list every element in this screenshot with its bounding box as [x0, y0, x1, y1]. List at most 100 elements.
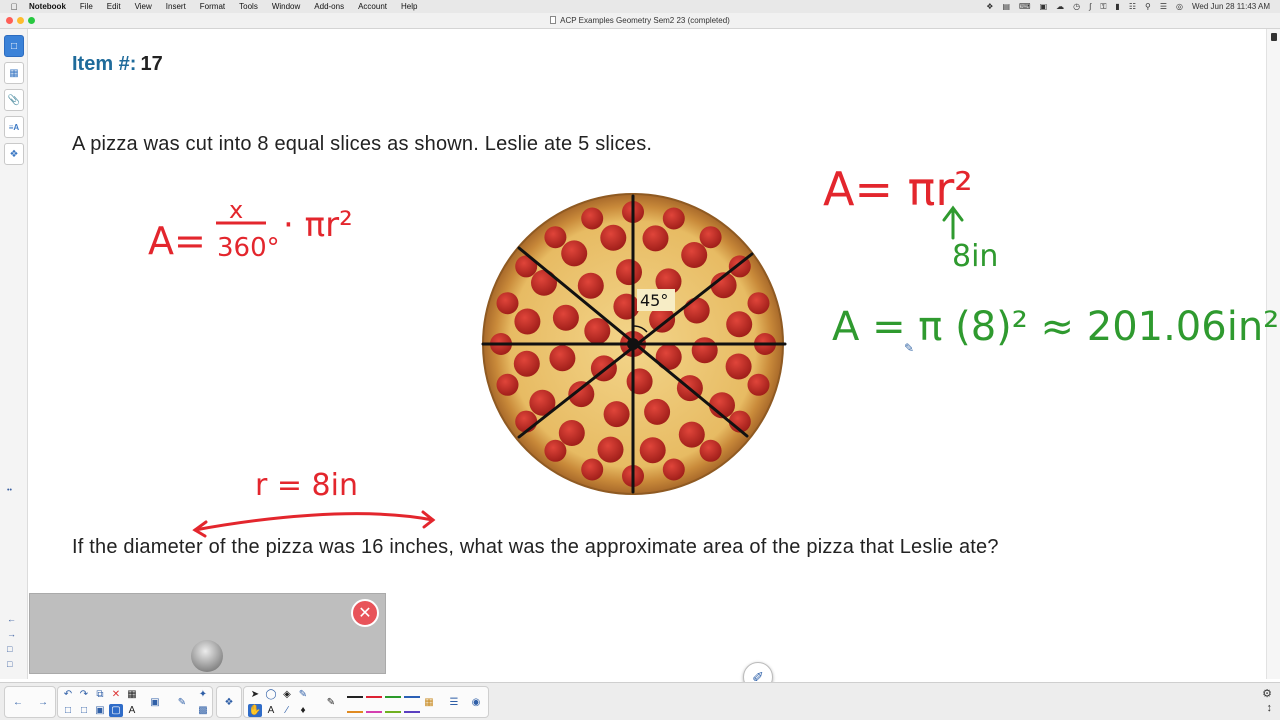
- scroll-thumb[interactable]: [1271, 33, 1277, 41]
- bottom-toolbar: ← → ↶ ↷ ⧉ ✕ ▦ □ □ ▣ ▢ A ▣ ✎ ✦ ▩ ❖ ➤ ✋ ◯ …: [0, 682, 1280, 720]
- window-title: ACP Examples Geometry Sem2 23 (completed…: [0, 16, 1280, 25]
- delete-icon[interactable]: ✕: [109, 688, 123, 701]
- puzzle-icon: ❖: [9, 148, 19, 160]
- side-lock-icon[interactable]: □: [7, 644, 12, 654]
- save-icon[interactable]: ▣: [93, 704, 107, 717]
- draw-tools-group: ➤ ✋ ◯ A ◈ ∕ ✎ ♦ ✎ ▦ ☰ ◉: [243, 686, 489, 718]
- menu-bar:  Notebook File Edit View Insert Format …: [0, 0, 1280, 13]
- collapse-handle[interactable]: ••: [7, 487, 12, 494]
- menu-format[interactable]: Format: [200, 2, 225, 11]
- item-number-heading: Item #: 17: [72, 53, 163, 76]
- display-icon[interactable]: ▣: [1040, 2, 1048, 11]
- item-number: 17: [140, 53, 163, 75]
- question-intro: A pizza was cut into 8 equal slices as s…: [72, 133, 653, 155]
- screen-shade-icon[interactable]: ▢: [109, 704, 123, 717]
- eraser-icon[interactable]: ♦: [296, 704, 310, 717]
- siri-icon[interactable]: ◎: [1176, 2, 1183, 11]
- pan-icon[interactable]: ✋: [248, 704, 262, 717]
- side-tabs: □ ▦ 📎 ≡A ❖ •• ← → □ □: [0, 29, 28, 679]
- text-size-icon[interactable]: A: [125, 704, 139, 717]
- menu-help[interactable]: Help: [401, 2, 417, 11]
- properties-icon: ≡A: [8, 122, 20, 132]
- clock-text[interactable]: Wed Jun 28 11:43 AM: [1192, 2, 1270, 11]
- pen-blue[interactable]: [404, 696, 420, 698]
- pen-tool-icon[interactable]: ✎: [296, 688, 310, 701]
- text-tool-icon[interactable]: A: [264, 704, 278, 717]
- side-back-icon[interactable]: ←: [7, 614, 16, 624]
- apple-icon[interactable]: : [7, 2, 21, 12]
- activity-icon[interactable]: ▩: [196, 704, 210, 717]
- document-icon: [550, 16, 557, 24]
- menu-window[interactable]: Window: [272, 2, 300, 11]
- key-icon[interactable]: ⚿: [1100, 2, 1106, 12]
- bluetooth-icon[interactable]: ∫: [1089, 2, 1091, 11]
- line-style-icon[interactable]: ☰: [447, 696, 461, 709]
- color-grid-icon[interactable]: ▦: [422, 696, 436, 709]
- menu-tools[interactable]: Tools: [239, 2, 258, 11]
- fill-icon[interactable]: ◈: [280, 688, 294, 701]
- toolbar-toggle-icon[interactable]: ↕: [1267, 702, 1273, 714]
- menu-edit[interactable]: Edit: [107, 2, 121, 11]
- pen-red[interactable]: [366, 696, 382, 698]
- open-icon[interactable]: □: [77, 704, 91, 717]
- camera-icon[interactable]: [191, 640, 223, 672]
- new-page-icon[interactable]: □: [61, 704, 75, 717]
- battery-icon[interactable]: ▮: [1115, 2, 1119, 11]
- gallery-icon: ▦: [9, 67, 19, 79]
- page-sorter-tab[interactable]: □: [4, 35, 24, 57]
- video-overlay[interactable]: [29, 593, 386, 674]
- shapes-icon[interactable]: ◯: [264, 688, 278, 701]
- right-scrollbar[interactable]: [1266, 29, 1280, 679]
- pen-black[interactable]: [347, 696, 363, 698]
- table-icon[interactable]: ▦: [125, 688, 139, 701]
- dropbox-icon[interactable]: ❖: [986, 2, 993, 11]
- gallery-tab[interactable]: ▦: [4, 62, 24, 84]
- menu-account[interactable]: Account: [358, 2, 387, 11]
- pen-magenta[interactable]: [366, 711, 382, 713]
- wifi-icon[interactable]: ☷: [1129, 2, 1136, 11]
- measure-icon[interactable]: ✎: [175, 696, 189, 709]
- status-area: ❖ ▤ ⌨ ▣ ☁ ◷ ∫ ⚿ ▮ ☷ ⚲ ☰ ◎ Wed Jun 28 11:…: [986, 0, 1270, 13]
- window-title-bar: ACP Examples Geometry Sem2 23 (completed…: [0, 13, 1280, 29]
- menu-insert[interactable]: Insert: [166, 2, 186, 11]
- pen-green[interactable]: [385, 696, 401, 698]
- menu-file[interactable]: File: [80, 2, 93, 11]
- undo-icon[interactable]: ↶: [61, 688, 75, 701]
- menu-view[interactable]: View: [135, 2, 152, 11]
- magic-icon[interactable]: ✦: [196, 688, 210, 701]
- side-forward-icon[interactable]: →: [7, 629, 16, 639]
- redo-icon[interactable]: ↷: [77, 688, 91, 701]
- attachments-tab[interactable]: 📎: [4, 89, 24, 111]
- side-page-icon[interactable]: □: [7, 659, 12, 669]
- pen-orange[interactable]: [347, 711, 363, 713]
- question-main: If the diameter of the pizza was 16 inch…: [72, 536, 999, 558]
- stack-icon[interactable]: ▤: [1002, 2, 1010, 11]
- menu-add-ons[interactable]: Add-ons: [314, 2, 344, 11]
- nav-group: ← →: [4, 686, 56, 718]
- close-overlay-button[interactable]: ✕: [351, 599, 379, 627]
- menu-app-name[interactable]: Notebook: [29, 2, 66, 11]
- settings-icon[interactable]: ⚙: [1262, 687, 1272, 700]
- copy-icon[interactable]: ⧉: [93, 688, 107, 701]
- notebook-page[interactable]: [29, 29, 1266, 679]
- format-panel-icon[interactable]: ◉: [469, 696, 483, 709]
- pen-lime[interactable]: [385, 711, 401, 713]
- addon-icon[interactable]: ❖: [222, 696, 236, 709]
- highlighter-icon[interactable]: ✎: [324, 696, 338, 709]
- line-tool-icon[interactable]: ∕: [280, 704, 294, 717]
- timer-icon[interactable]: ◷: [1073, 2, 1080, 11]
- item-label: Item #:: [72, 53, 137, 75]
- keyboard-icon[interactable]: ⌨: [1019, 2, 1031, 11]
- prev-page-icon[interactable]: ←: [11, 696, 25, 709]
- pen-purple[interactable]: [404, 711, 420, 713]
- control-center-icon[interactable]: ☰: [1160, 2, 1167, 11]
- edit-group: ↶ ↷ ⧉ ✕ ▦ □ □ ▣ ▢ A ▣ ✎ ✦ ▩: [57, 686, 213, 718]
- paperclip-icon: 📎: [7, 94, 21, 106]
- capture-icon[interactable]: ▣: [148, 696, 162, 709]
- search-icon[interactable]: ⚲: [1145, 2, 1151, 11]
- cloud-icon[interactable]: ☁: [1056, 2, 1064, 11]
- next-page-icon[interactable]: →: [36, 696, 50, 709]
- select-icon[interactable]: ➤: [248, 688, 262, 701]
- addons-tab[interactable]: ❖: [4, 143, 24, 165]
- properties-tab[interactable]: ≡A: [4, 116, 24, 138]
